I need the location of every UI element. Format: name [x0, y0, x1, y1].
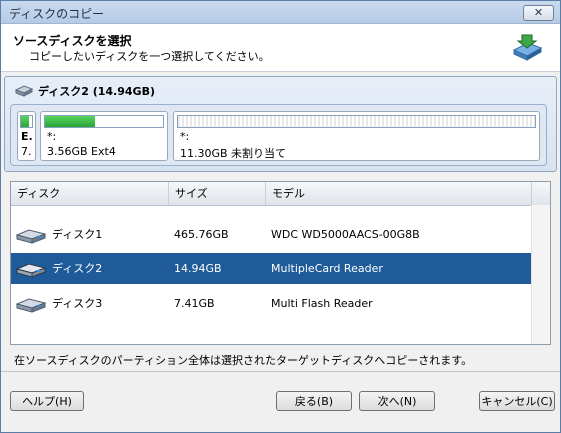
- partition-letter: *:: [47, 130, 57, 143]
- partition-size: 11.30GB 未割り当て: [180, 147, 287, 160]
- partition-letter: *:: [180, 130, 190, 143]
- disk-model: MultipleCard Reader: [271, 262, 383, 275]
- list-header: ディスク サイズ モデル: [11, 182, 550, 206]
- disk-copy-icon: [512, 34, 543, 61]
- disk-header: ディスク2 (14.94GB): [14, 83, 155, 99]
- disk-list[interactable]: ディスク サイズ モデル ディスク1 465.76GB WDC WD5000AA…: [10, 181, 551, 345]
- step-title: ソースディスクを選択: [13, 34, 132, 48]
- disk-name: ディスク3: [52, 297, 103, 310]
- partition-e[interactable]: E. 7.: [17, 111, 36, 161]
- disk-name: ディスク2: [52, 262, 103, 275]
- back-button[interactable]: 戻る(B): [276, 391, 352, 411]
- partition-ext4[interactable]: *: 3.56GB Ext4: [40, 111, 168, 161]
- footer-divider: [1, 371, 560, 372]
- partition-unallocated[interactable]: *: 11.30GB 未割り当て: [173, 111, 540, 161]
- table-row[interactable]: ディスク3 7.41GB Multi Flash Reader: [11, 288, 531, 319]
- column-model[interactable]: モデル: [266, 182, 532, 205]
- column-disk[interactable]: ディスク: [11, 182, 169, 205]
- partition-usage-bar: [44, 115, 164, 128]
- close-button[interactable]: ✕: [523, 5, 554, 21]
- disk-size: 14.94GB: [174, 262, 222, 275]
- partition-letter: E.: [21, 130, 33, 143]
- partition-size: 3.56GB Ext4: [47, 145, 116, 158]
- window-title: ディスクのコピー: [9, 7, 105, 21]
- hard-disk-icon: [16, 263, 46, 278]
- partition-usage-bar: [20, 115, 33, 128]
- selected-disk-panel: ディスク2 (14.94GB) E. 7. *: 3.56GB Ext4 *: …: [4, 76, 557, 172]
- wizard-header: ソースディスクを選択 コピーしたいディスクを一つ選択してください。: [1, 24, 560, 72]
- partition-usage-bar: [177, 115, 536, 128]
- info-text: 在ソースディスクのパーティション全体は選択されたターゲットディスクへコピーされま…: [14, 354, 473, 367]
- partition-map: E. 7. *: 3.56GB Ext4 *: 11.30GB 未割り当て: [10, 104, 547, 166]
- disk-label: ディスク2 (14.94GB): [38, 85, 155, 98]
- column-size[interactable]: サイズ: [169, 182, 266, 205]
- table-row[interactable]: ディスク1 465.76GB WDC WD5000AACS-00G8B: [11, 219, 531, 250]
- step-subtitle: コピーしたいディスクを一つ選択してください。: [29, 50, 270, 63]
- copy-disk-window: ディスクのコピー ✕ ソースディスクを選択 コピーしたいディスクを一つ選択してく…: [0, 0, 561, 433]
- partition-size: 7.: [21, 145, 32, 158]
- disk-model: Multi Flash Reader: [271, 297, 373, 310]
- disk-name: ディスク1: [52, 228, 103, 241]
- disk-size: 465.76GB: [174, 228, 229, 241]
- disk-size: 7.41GB: [174, 297, 215, 310]
- list-scrollbar[interactable]: [531, 205, 550, 344]
- table-row[interactable]: ディスク2 14.94GB MultipleCard Reader: [11, 253, 531, 284]
- title-bar: ディスクのコピー ✕: [1, 1, 560, 24]
- hard-disk-icon: [14, 85, 34, 97]
- disk-model: WDC WD5000AACS-00G8B: [271, 228, 420, 241]
- next-button[interactable]: 次へ(N): [359, 391, 435, 411]
- help-button[interactable]: ヘルプ(H): [10, 391, 84, 411]
- hard-disk-icon: [16, 229, 46, 244]
- hard-disk-icon: [16, 298, 46, 313]
- cancel-button[interactable]: キャンセル(C): [479, 391, 555, 411]
